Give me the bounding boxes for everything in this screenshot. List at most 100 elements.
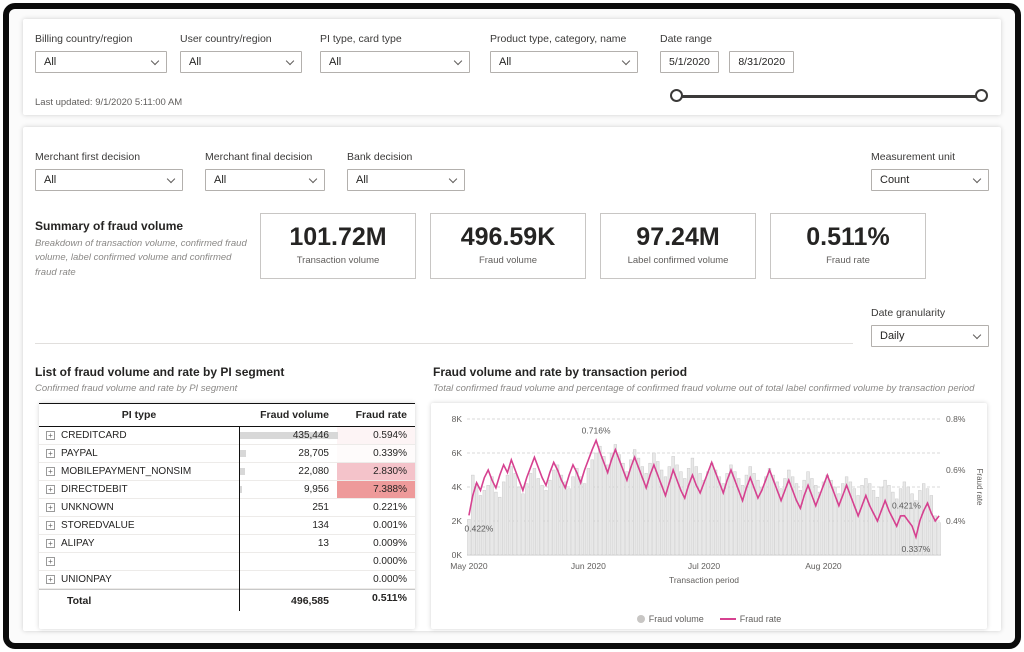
expand-icon[interactable]: + (46, 431, 55, 440)
pi-type-label: UNIONPAY (61, 574, 112, 585)
filter-label: PI type, card type (320, 33, 470, 45)
kpi-fraud-volume: 496.59K Fraud volume (430, 213, 586, 279)
kpi-label-confirmed-volume: 97.24M Label confirmed volume (600, 213, 756, 279)
fraud-trend-chart[interactable]: 0K2K4K6K8K0.8%0.6%0.4%Fraud rateMay 2020… (431, 403, 987, 629)
fraud-rate-cell: 0.339% (337, 445, 415, 462)
table-row[interactable]: + DIRECTDEBIT 9,9567.388% (39, 481, 415, 499)
pi-type-cell: +UNKNOWN (39, 502, 239, 513)
pi-type-label: DIRECTDEBIT (61, 484, 128, 495)
col-header-fraud-rate[interactable]: Fraud rate (337, 409, 415, 421)
slider-handle-start[interactable] (670, 89, 683, 102)
pi-type-cell: +ALIPAY (39, 538, 239, 549)
fraud-rate-cell: 0.001% (337, 517, 415, 534)
kpi-label: Fraud rate (771, 255, 925, 266)
dropdown-value: All (329, 56, 341, 68)
pi-type-cell: +STOREDVALUE (39, 520, 239, 531)
expand-icon[interactable]: + (46, 467, 55, 476)
user-country-dropdown[interactable]: All (180, 51, 302, 73)
table-row[interactable]: +UNKNOWN2510.221% (39, 499, 415, 517)
filter-date-granularity: Date granularity Daily (871, 307, 989, 347)
pi-type-cell: + DIRECTDEBIT (39, 484, 239, 495)
top-filter-panel: Billing country/region All User country/… (23, 19, 1001, 115)
chevron-down-icon (286, 57, 294, 65)
date-end-input[interactable]: 8/31/2020 (729, 51, 794, 73)
filter-merchant-final-decision: Merchant final decision All (205, 151, 325, 191)
date-granularity-dropdown[interactable]: Daily (871, 325, 989, 347)
merchant-first-decision-dropdown[interactable]: All (35, 169, 183, 191)
expand-icon[interactable]: + (46, 485, 55, 494)
billing-country-dropdown[interactable]: All (35, 51, 167, 73)
expand-icon[interactable]: + (46, 449, 55, 458)
table-row[interactable]: +ALIPAY130.009% (39, 535, 415, 553)
product-type-dropdown[interactable]: All (490, 51, 638, 73)
table-row[interactable]: +MOBILEPAYMENT_NONSIM22,0802.830% (39, 463, 415, 481)
merchant-final-decision-dropdown[interactable]: All (205, 169, 325, 191)
filter-label: Billing country/region (35, 33, 167, 45)
summary-subtitle: Breakdown of transaction volume, confirm… (35, 237, 249, 280)
dropdown-value: All (44, 56, 56, 68)
legend-fraud-volume: Fraud volume (637, 614, 704, 624)
pi-type-cell: + UNIONPAY (39, 574, 239, 585)
slider-track[interactable] (677, 95, 981, 98)
expand-icon[interactable]: + (46, 521, 55, 530)
table-row[interactable]: +STOREDVALUE1340.001% (39, 517, 415, 535)
pi-type-dropdown[interactable]: All (320, 51, 470, 73)
measurement-unit-dropdown[interactable]: Count (871, 169, 989, 191)
filter-label: Measurement unit (871, 151, 989, 163)
col-header-pi-type[interactable]: PI type (39, 409, 239, 421)
filter-billing-country: Billing country/region All (35, 33, 167, 73)
pi-type-label: MOBILEPAYMENT_NONSIM (61, 466, 191, 477)
total-label: Total (39, 595, 239, 607)
data-bar (240, 468, 245, 475)
fraud-volume-cell: 251 (239, 502, 337, 513)
fraud-volume-legend-marker (637, 615, 645, 623)
dropdown-value: All (214, 174, 226, 186)
table-row[interactable]: +0.000% (39, 553, 415, 571)
table-column-divider (239, 427, 240, 611)
last-updated-text: Last updated: 9/1/2020 5:11:00 AM (35, 97, 182, 108)
fraud-rate-cell: 0.221% (337, 499, 415, 516)
chevron-down-icon (973, 175, 981, 183)
kpi-label: Fraud volume (431, 255, 585, 266)
pi-segment-table: PI type Fraud volume Fraud rate +CREDITC… (39, 403, 415, 629)
volume-bars[interactable] (468, 445, 941, 556)
fraud-rate-cell: 7.388% (337, 481, 415, 498)
expand-icon[interactable]: + (46, 575, 55, 584)
data-bar (240, 486, 242, 493)
svg-text:Jun 2020: Jun 2020 (571, 561, 606, 571)
expand-icon[interactable]: + (46, 539, 55, 548)
bank-decision-dropdown[interactable]: All (347, 169, 465, 191)
svg-text:0.6%: 0.6% (946, 465, 966, 475)
fraud-volume-cell: 9,956 (239, 484, 337, 495)
svg-text:8K: 8K (452, 414, 463, 424)
chevron-down-icon (973, 331, 981, 339)
table-row[interactable]: +PAYPAL28,7050.339% (39, 445, 415, 463)
table-row[interactable]: +CREDITCARD435,4460.594% (39, 427, 415, 445)
pi-type-label: PAYPAL (61, 448, 98, 459)
y-axis-right-title: Fraud rate (975, 469, 984, 506)
table-row[interactable]: +UNIONPAY0.000% (39, 571, 415, 589)
pi-type-cell: +CREDITCARD (39, 430, 239, 441)
svg-text:Aug 2020: Aug 2020 (805, 561, 842, 571)
table-header: PI type Fraud volume Fraud rate (39, 403, 415, 427)
filter-label: Date range (660, 33, 800, 45)
table-section-title: List of fraud volume and rate by PI segm… (35, 365, 284, 379)
filter-merchant-first-decision: Merchant first decision All (35, 151, 183, 191)
kpi-transaction-volume: 101.72M Transaction volume (260, 213, 416, 279)
date-start-input[interactable]: 5/1/2020 (660, 51, 719, 73)
summary-title: Summary of fraud volume (35, 219, 183, 233)
filter-label: Merchant final decision (205, 151, 325, 163)
fraud-volume-cell: 134 (239, 520, 337, 531)
date-range-slider[interactable] (671, 89, 987, 104)
expand-icon[interactable]: + (46, 503, 55, 512)
fraud-rate-cell: 0.000% (337, 553, 415, 570)
kpi-value: 97.24M (601, 223, 755, 252)
filter-product-type: Product type, category, name All (490, 33, 638, 73)
filter-pi-type: PI type, card type All (320, 33, 470, 73)
slider-handle-end[interactable] (975, 89, 988, 102)
col-header-fraud-volume[interactable]: Fraud volume (239, 409, 337, 421)
x-axis-title: Transaction period (669, 575, 739, 585)
svg-text:0.421%: 0.421% (892, 501, 921, 511)
expand-icon[interactable]: + (46, 557, 55, 566)
kpi-value: 496.59K (431, 223, 585, 252)
